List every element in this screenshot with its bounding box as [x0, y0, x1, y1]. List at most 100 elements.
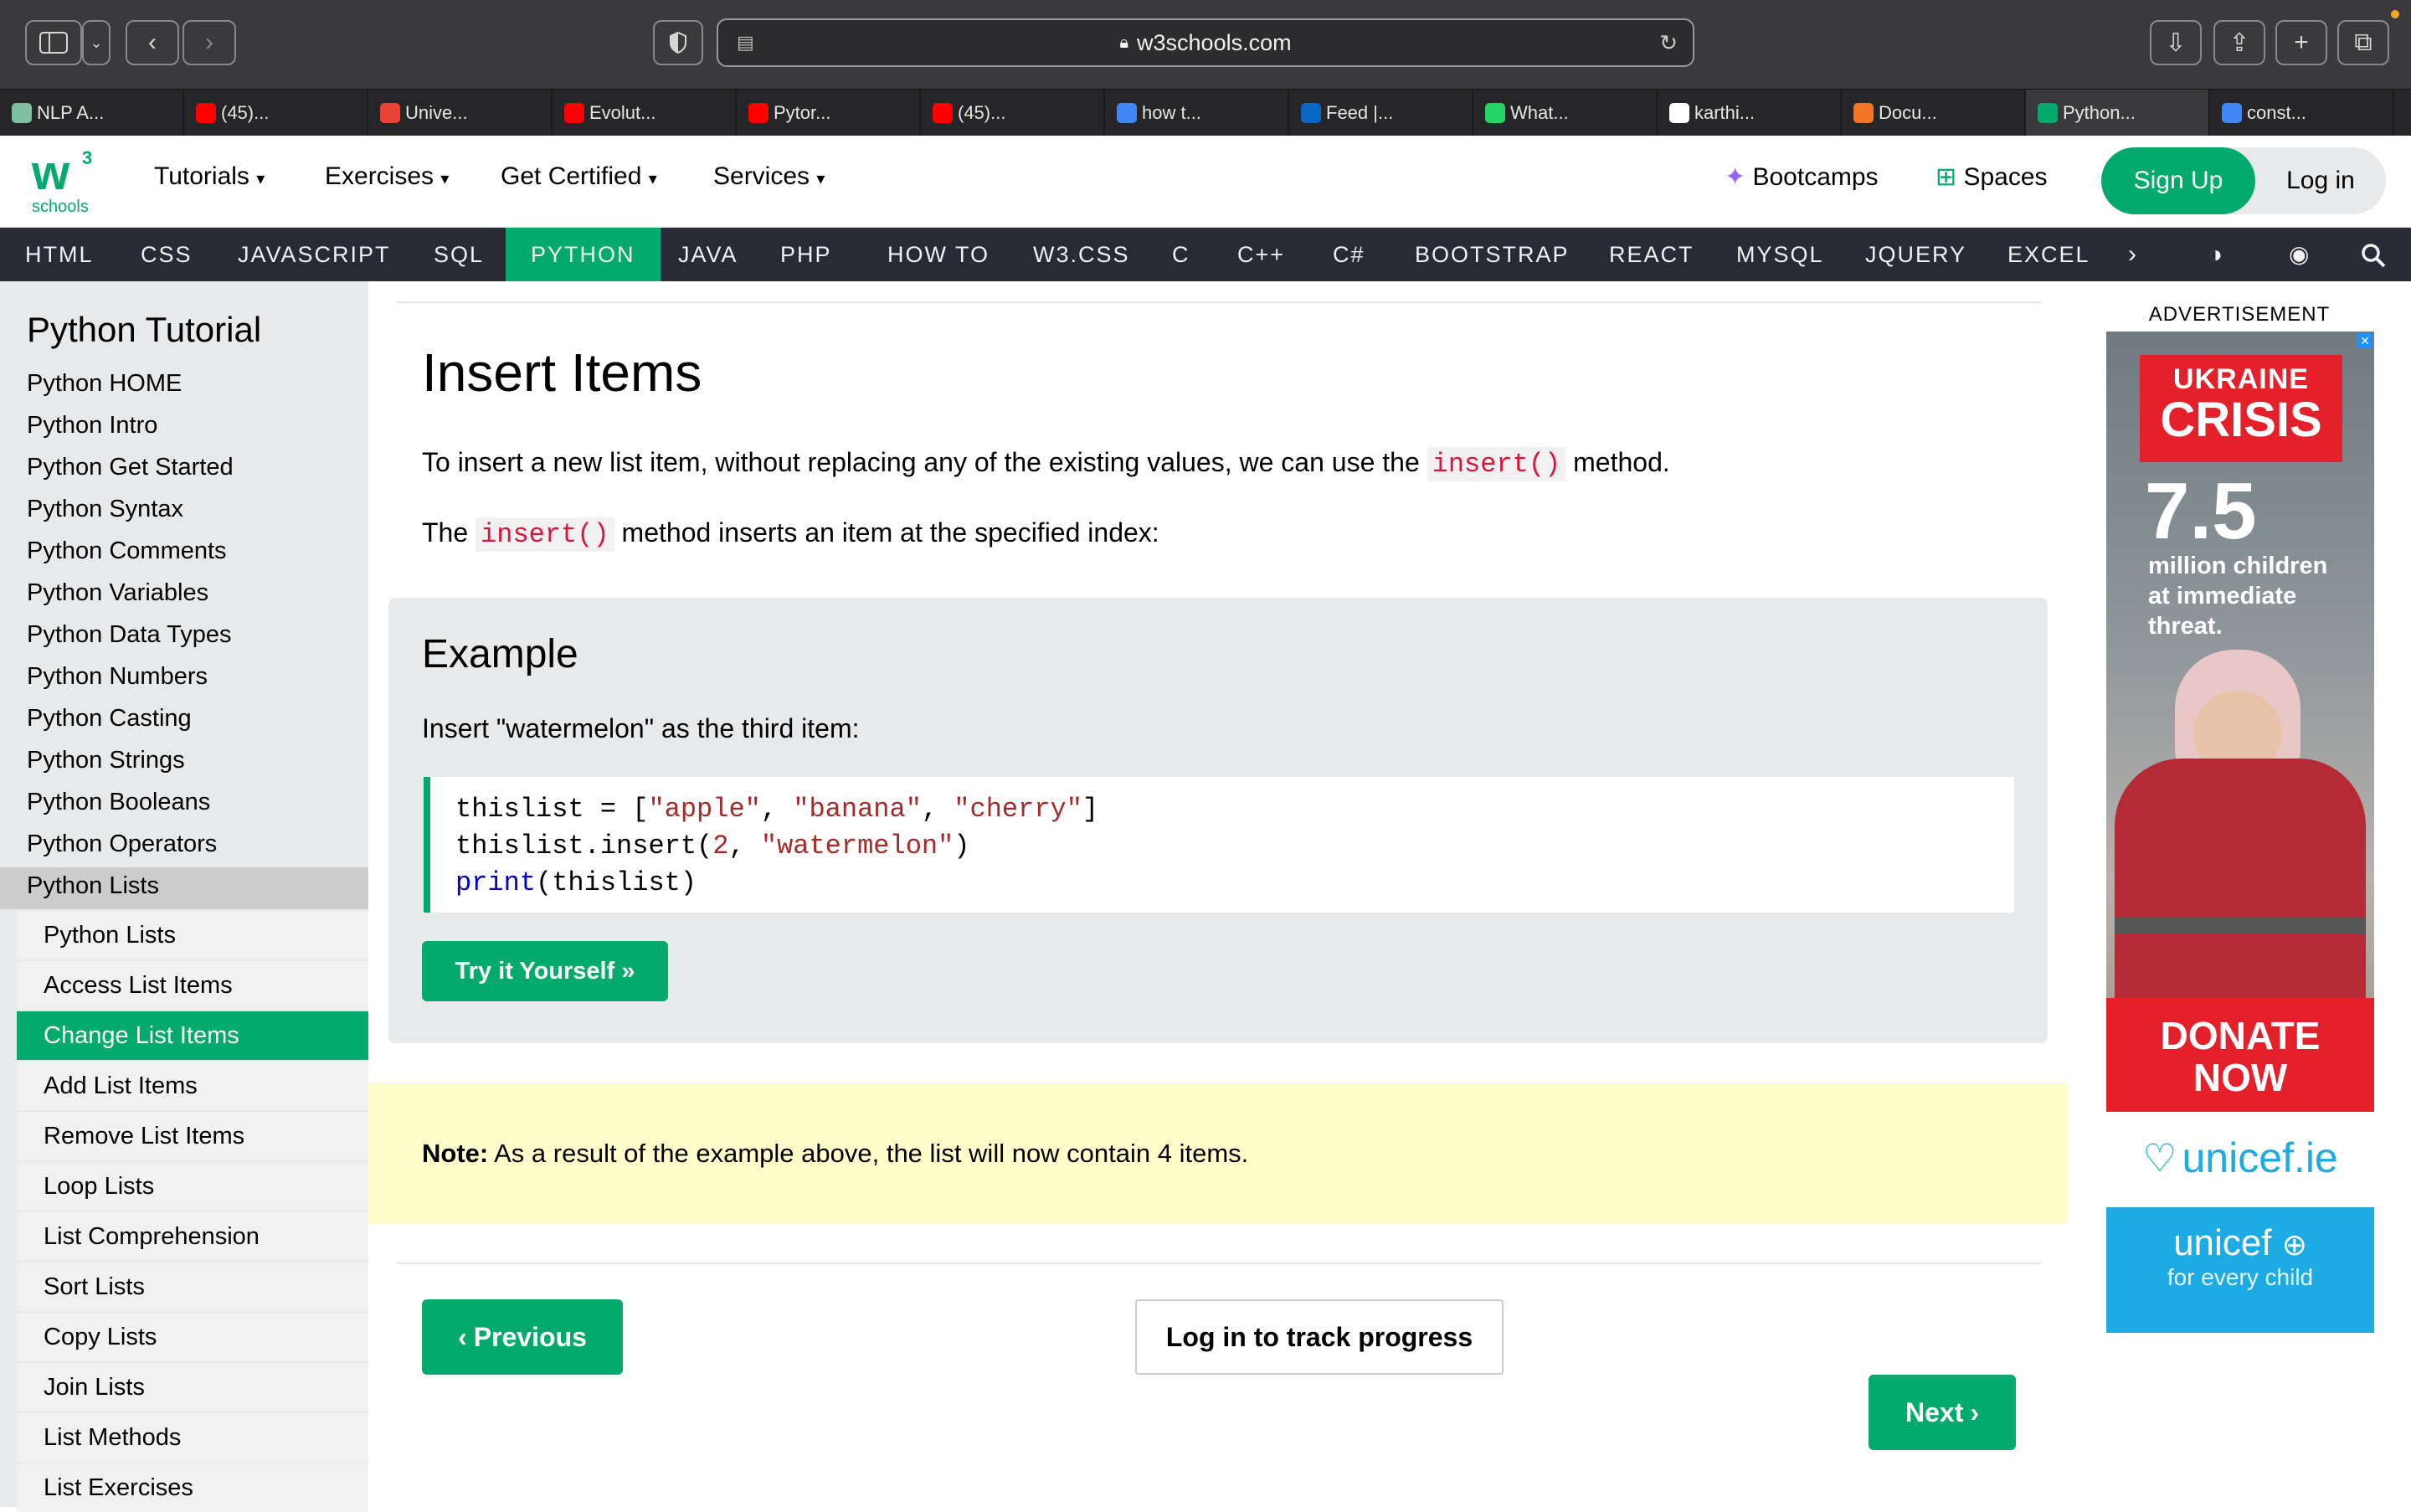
track-progress-button[interactable]: Log in to track progress [1135, 1299, 1504, 1375]
sidebar-item[interactable]: Python HOME [27, 370, 182, 398]
browser-tab[interactable]: Docu... [1842, 90, 2026, 136]
privacy-shield-icon[interactable] [653, 20, 703, 65]
subnav-jquery[interactable]: JQUERY [1840, 228, 1992, 281]
log-in-button[interactable]: Log in [2255, 147, 2386, 214]
tab-overview-icon[interactable]: ⧉ [2337, 20, 2389, 65]
logo-text: schools [32, 198, 89, 216]
subnav-react[interactable]: REACT [1584, 228, 1720, 281]
browser-tab[interactable]: const... [2210, 90, 2394, 136]
sidebar-item[interactable]: Python Booleans [27, 789, 210, 816]
sidebar-subitem[interactable]: Change List Items [17, 1011, 368, 1060]
sidebar-subitem[interactable]: Loop Lists [17, 1162, 368, 1211]
search-icon[interactable] [2354, 228, 2393, 281]
nav-tutorials[interactable]: Tutorials ▾ [154, 162, 265, 191]
browser-tab[interactable]: Python... [2026, 90, 2210, 136]
contrast-icon[interactable]: ◑ [2202, 228, 2231, 281]
tab-title: What... [1510, 102, 1569, 123]
reader-icon[interactable]: ▤ [737, 32, 754, 54]
sidebar-subitem[interactable]: Add List Items [17, 1062, 368, 1110]
subnav-excel[interactable]: EXCEL [1982, 228, 2115, 281]
subnav-java[interactable]: JAVA [653, 228, 763, 281]
browser-tab[interactable]: Feed |... [1289, 90, 1473, 136]
sign-up-button[interactable]: Sign Up [2101, 147, 2255, 214]
sidebar-item[interactable]: Python Data Types [27, 621, 232, 649]
advertisement-banner[interactable]: ✕ UKRAINE CRISIS 7.5 million children at… [2106, 332, 2374, 1336]
browser-tab[interactable]: NLP A... [0, 90, 184, 136]
address-bar[interactable]: ▤ 🔒︎ w3schools.com ↻ [717, 18, 1694, 67]
subnav-html[interactable]: HTML [0, 228, 119, 281]
browser-tab[interactable]: Unive... [368, 90, 553, 136]
chevron-right-icon: › [1970, 1396, 1979, 1427]
next-button[interactable]: Next › [1869, 1375, 2016, 1450]
browser-tab[interactable]: karthi... [1658, 90, 1842, 136]
donate-now-button[interactable]: DONATE NOW [2106, 998, 2374, 1112]
browser-tab[interactable]: (45)... [184, 90, 368, 136]
ad-close-icon[interactable]: ✕ [2357, 333, 2372, 348]
nav-services[interactable]: Services ▾ [713, 162, 825, 191]
subnav-c-[interactable]: C# [1308, 228, 1391, 281]
share-icon[interactable]: ⇪ [2213, 20, 2265, 65]
subnav-css[interactable]: CSS [116, 228, 218, 281]
tab-title: Evolut... [589, 102, 656, 123]
browser-tab[interactable]: Pytor... [737, 90, 921, 136]
caret-down-icon: ▾ [440, 170, 450, 188]
nav-get-certified[interactable]: Get Certified ▾ [501, 162, 657, 191]
sidebar-subitem[interactable]: List Methods [17, 1413, 368, 1462]
globe-icon[interactable]: ◉ [2282, 228, 2317, 281]
subnav-c-[interactable]: C++ [1212, 228, 1310, 281]
sidebar-item[interactable]: Python Numbers [27, 663, 208, 691]
sidebar-item[interactable]: Python Syntax [27, 496, 183, 523]
downloads-icon[interactable]: ⇩ [2150, 20, 2202, 65]
sidebar-item[interactable]: Python Get Started [27, 454, 234, 481]
sidebar-item[interactable]: Python Intro [27, 412, 157, 440]
sidebar-subitem[interactable]: Python Lists [17, 911, 368, 959]
nav-exercises[interactable]: Exercises ▾ [325, 162, 449, 191]
code-block: thislist = ["apple", "banana", "cherry"]… [424, 777, 2014, 913]
subnav-how-to[interactable]: HOW TO [862, 228, 1015, 281]
sidebar-item[interactable]: Python Lists [27, 872, 159, 900]
reload-icon[interactable]: ↻ [1659, 30, 1678, 56]
sidebar-subitem[interactable]: List Exercises [17, 1463, 368, 1512]
subnav-sql[interactable]: SQL [409, 228, 509, 281]
browser-tab[interactable]: how t... [1105, 90, 1289, 136]
back-button[interactable]: ‹ [126, 20, 179, 65]
lock-icon: 🔒︎ [1119, 33, 1129, 52]
sidebar-toggle-button[interactable] [25, 20, 82, 65]
subnav-bootstrap[interactable]: BOOTSTRAP [1390, 228, 1595, 281]
code-line-1: thislist = ["apple", "banana", "cherry"] [455, 794, 1099, 825]
ukraine-crisis-badge: UKRAINE CRISIS [2140, 355, 2342, 462]
tab-title: Docu... [1879, 102, 1937, 123]
sidebar-item[interactable]: Python Comments [27, 537, 227, 565]
previous-button[interactable]: ‹ Previous [422, 1299, 623, 1375]
browser-tab[interactable]: What... [1473, 90, 1658, 136]
sidebar-item[interactable]: Python Variables [27, 579, 208, 607]
sidebar-subitem[interactable]: List Comprehension [17, 1212, 368, 1261]
new-tab-icon[interactable]: + [2275, 20, 2327, 65]
sidebar-item[interactable]: Python Casting [27, 705, 192, 733]
subnav-mysql[interactable]: MYSQL [1711, 228, 1849, 281]
sidebar-subitem[interactable]: Join Lists [17, 1363, 368, 1412]
auth-group: Sign Up Log in [2101, 147, 2386, 214]
browser-tab[interactable]: (45)... [921, 90, 1105, 136]
caret-down-icon: ▾ [648, 170, 657, 188]
sidebar-subitem[interactable]: Copy Lists [17, 1313, 368, 1361]
sidebar-item[interactable]: Python Strings [27, 747, 185, 774]
subnav-php[interactable]: PHP [755, 228, 857, 281]
chevron-down-icon[interactable]: ⌄ [82, 20, 111, 65]
subnav-javascript[interactable]: JAVASCRIPT [213, 228, 416, 281]
method-paragraph: The insert() method inserts an item at t… [422, 517, 1159, 552]
subnav-python[interactable]: PYTHON [506, 228, 661, 281]
subnav-c[interactable]: C [1147, 228, 1216, 281]
sidebar-subitem[interactable]: Remove List Items [17, 1112, 368, 1160]
sidebar-subitem[interactable]: Access List Items [17, 961, 368, 1010]
browser-tab[interactable]: Evolut... [553, 90, 737, 136]
forward-button[interactable]: › [182, 20, 236, 65]
sidebar-subitem[interactable]: Sort Lists [17, 1263, 368, 1311]
subnav-w3-css[interactable]: W3.CSS [1008, 228, 1155, 281]
bootcamps-link[interactable]: ✦ Bootcamps [1725, 162, 1879, 192]
sidebar-item[interactable]: Python Operators [27, 831, 217, 858]
chevron-right-icon[interactable]: › [2118, 228, 2148, 281]
w3schools-logo[interactable]: w 3 schools [28, 144, 104, 219]
try-it-yourself-button[interactable]: Try it Yourself » [422, 941, 668, 1001]
spaces-link[interactable]: ⊞ Spaces [1935, 162, 2048, 192]
